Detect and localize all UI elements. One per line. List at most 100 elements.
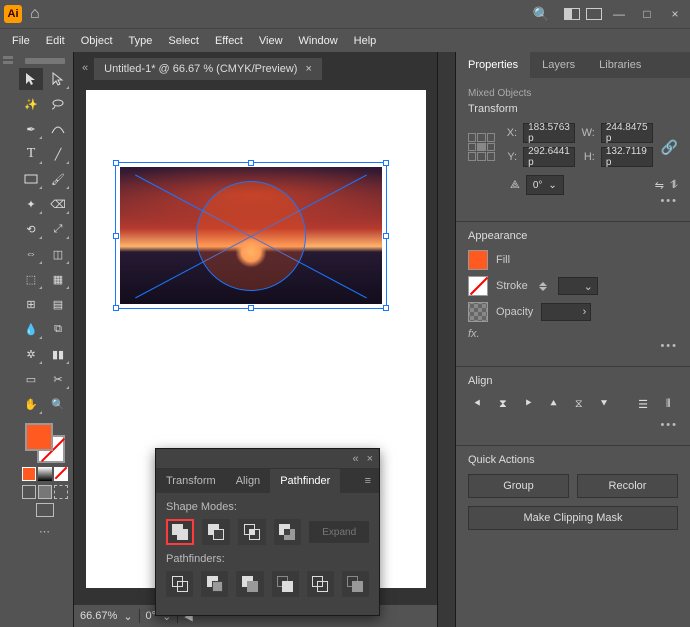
document-tab[interactable]: Untitled-1* @ 66.67 % (CMYK/Preview) × — [94, 58, 322, 80]
color-mode-gradient[interactable] — [38, 467, 52, 481]
crop-button[interactable] — [272, 571, 299, 597]
opacity-dropdown[interactable]: › — [541, 303, 591, 321]
menu-effect[interactable]: Effect — [209, 33, 249, 49]
magic-wand-tool[interactable]: ✨ — [19, 93, 43, 115]
intersect-button[interactable] — [238, 519, 266, 545]
align-more-icon[interactable]: ••• — [660, 419, 678, 431]
tab-libraries[interactable]: Libraries — [587, 52, 653, 78]
menu-window[interactable]: Window — [293, 33, 344, 49]
selection-tool[interactable] — [19, 68, 43, 90]
symbol-sprayer-tool[interactable]: ✲ — [19, 343, 43, 365]
draw-inside[interactable] — [54, 485, 68, 499]
eyedropper-tool[interactable]: 💧 — [19, 318, 43, 340]
distribute-horizontal-icon[interactable]: ⦀ — [659, 395, 678, 413]
artboard-tool[interactable]: ▭ — [19, 368, 43, 390]
column-graph-tool[interactable]: ▮▮ — [46, 343, 70, 365]
fill-swatch[interactable] — [25, 423, 53, 451]
color-mode-solid[interactable] — [22, 467, 36, 481]
recolor-button[interactable]: Recolor — [577, 474, 678, 498]
align-vcenter-icon[interactable]: ⧖ — [569, 395, 588, 413]
color-mode-none[interactable] — [54, 467, 68, 481]
search-icon[interactable]: 🔍 — [533, 6, 550, 23]
w-field[interactable]: 244.8475 p — [601, 123, 653, 143]
minimize-button[interactable]: — — [608, 5, 630, 23]
tab-properties[interactable]: Properties — [456, 52, 530, 78]
minus-back-button[interactable] — [342, 571, 369, 597]
zoom-level[interactable]: 66.67% — [80, 610, 117, 622]
pen-tool[interactable]: ✒ — [19, 118, 43, 140]
width-tool[interactable]: ⇔ — [19, 243, 43, 265]
panel-menu-icon[interactable]: ≡ — [357, 469, 379, 493]
toolbox-grip[interactable] — [25, 58, 65, 64]
rotate-field[interactable]: 0°⌄ — [526, 175, 564, 195]
edit-toolbar-icon[interactable]: ⋯ — [39, 525, 50, 538]
selection-bounds[interactable] — [115, 162, 387, 309]
gradient-tool[interactable]: ▤ — [46, 293, 70, 315]
tab-align[interactable]: Align — [226, 469, 270, 493]
transform-more-icon[interactable]: ••• — [660, 195, 678, 207]
paintbrush-tool[interactable]: 🖌 — [46, 168, 70, 190]
maximize-button[interactable]: □ — [636, 5, 658, 23]
draw-behind[interactable] — [38, 485, 52, 499]
group-button[interactable]: Group — [468, 474, 569, 498]
tab-layers[interactable]: Layers — [530, 52, 587, 78]
fill-swatch-prop[interactable] — [468, 250, 488, 270]
stroke-swatch-prop[interactable] — [468, 276, 488, 296]
menu-edit[interactable]: Edit — [40, 33, 71, 49]
panel-dock-right[interactable] — [437, 52, 455, 627]
menu-type[interactable]: Type — [123, 33, 159, 49]
align-left-icon[interactable]: ⯇ — [468, 395, 487, 413]
merge-button[interactable] — [236, 571, 263, 597]
perspective-grid-tool[interactable]: ▦ — [46, 268, 70, 290]
fill-stroke-selector[interactable] — [25, 423, 65, 463]
divide-button[interactable] — [166, 571, 193, 597]
free-transform-tool[interactable]: ◫ — [46, 243, 70, 265]
rectangle-tool[interactable] — [19, 168, 43, 190]
zoom-dropdown-icon[interactable]: ⌄ — [123, 610, 132, 623]
unite-button[interactable] — [166, 519, 194, 545]
home-icon[interactable]: ⌂ — [30, 5, 40, 23]
distribute-vertical-icon[interactable]: ☰ — [633, 395, 652, 413]
slice-tool[interactable]: ✂ — [46, 368, 70, 390]
x-field[interactable]: 183.5763 p — [523, 123, 575, 143]
blend-tool[interactable]: ⧉ — [46, 318, 70, 340]
exclude-button[interactable] — [274, 519, 302, 545]
fx-label[interactable]: fx. — [468, 328, 678, 340]
workspace-switcher-icon[interactable] — [586, 8, 602, 20]
layout-toggle-icon[interactable] — [564, 8, 580, 20]
document-tab-close-icon[interactable]: × — [305, 63, 311, 75]
appearance-more-icon[interactable]: ••• — [660, 340, 678, 352]
h-field[interactable]: 132.7119 p — [601, 147, 653, 167]
expand-button[interactable]: Expand — [309, 521, 369, 543]
align-top-icon[interactable]: ⯅ — [544, 395, 563, 413]
hand-tool[interactable]: ✋ — [19, 393, 43, 415]
ellipse-shape[interactable] — [196, 181, 306, 291]
pathfinder-panel[interactable]: « × Transform Align Pathfinder ≡ Shape M… — [155, 448, 380, 616]
tab-chevron-icon[interactable]: « — [82, 62, 94, 80]
align-right-icon[interactable]: ⯈ — [519, 395, 538, 413]
zoom-tool[interactable]: 🔍 — [46, 393, 70, 415]
mesh-tool[interactable]: ⊞ — [19, 293, 43, 315]
menu-select[interactable]: Select — [162, 33, 205, 49]
outline-button[interactable] — [307, 571, 334, 597]
curvature-tool[interactable] — [46, 118, 70, 140]
menu-view[interactable]: View — [253, 33, 289, 49]
trim-button[interactable] — [201, 571, 228, 597]
direct-selection-tool[interactable] — [46, 68, 70, 90]
scale-tool[interactable]: ⤢ — [46, 218, 70, 240]
rotate-tool[interactable]: ⟲ — [19, 218, 43, 240]
menu-file[interactable]: File — [6, 33, 36, 49]
panel-close-icon[interactable]: × — [367, 453, 373, 465]
screen-mode[interactable] — [36, 503, 54, 517]
make-clipping-mask-button[interactable]: Make Clipping Mask — [468, 506, 678, 530]
shape-builder-tool[interactable]: ⬚ — [19, 268, 43, 290]
eraser-tool[interactable]: ⌫ — [46, 193, 70, 215]
type-tool[interactable]: T — [19, 143, 43, 165]
opacity-swatch[interactable] — [468, 302, 488, 322]
y-field[interactable]: 292.6441 p — [523, 147, 575, 167]
align-hcenter-icon[interactable]: ⧗ — [493, 395, 512, 413]
draw-normal[interactable] — [22, 485, 36, 499]
stroke-weight-stepper[interactable] — [536, 277, 550, 295]
stroke-weight-dropdown[interactable]: ⌄ — [558, 277, 598, 295]
constrain-proportions-icon[interactable]: 🔗 — [661, 139, 678, 156]
